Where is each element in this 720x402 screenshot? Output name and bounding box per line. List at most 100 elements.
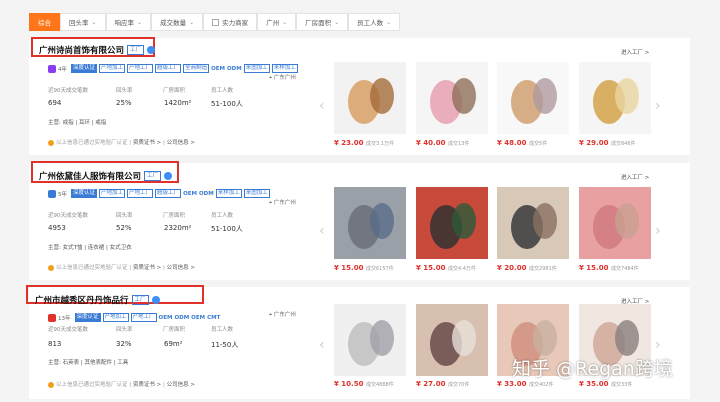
capability-tag: 超级工厂: [155, 189, 182, 198]
prev-arrow-icon[interactable]: ‹: [319, 98, 325, 114]
capability-tag: 全商制造: [183, 64, 210, 73]
checkbox-icon[interactable]: [212, 18, 220, 26]
enter-factory-link[interactable]: 进入工厂 >: [621, 48, 649, 56]
stat-header: 厂房面积: [163, 327, 186, 333]
product-image[interactable]: [416, 62, 488, 134]
capability-tag: ODM: [226, 65, 242, 72]
product-image[interactable]: [334, 62, 406, 134]
factory-badge: 工厂: [131, 295, 149, 305]
product-image[interactable]: [497, 62, 569, 134]
product-image[interactable]: [579, 187, 651, 259]
capability-tag: 产地工厂: [127, 64, 154, 73]
stat-value: 51-100人: [211, 225, 243, 233]
product-sales: 成交13件: [448, 141, 470, 147]
company-card: 广州诗尚首饰有限公司 工厂 进入工厂 > 4年 深度认证 产地加工 产地工厂 超级工厂 全商制造…: [29, 37, 690, 155]
shield-icon: [48, 381, 54, 388]
location-text: 广东广州: [273, 200, 296, 206]
company-name[interactable]: 广州依黛佳人服饰有限公司: [39, 170, 141, 182]
verified-icon: [164, 172, 173, 180]
cert-row: 以上信息已通过实地验厂认证 | 资质证书 > | 公司信息 >: [48, 138, 195, 146]
verified-icon: [147, 46, 156, 54]
prev-arrow-icon[interactable]: ‹: [319, 337, 325, 353]
capability-tag: 产地工厂: [127, 189, 154, 198]
product-sales: 成交4888件: [366, 382, 394, 388]
company-card: 广州市越秀区丹丹饰品行 工厂 进入工厂 >13年 深度认证 产地加工 产地工厂 OEM ODM…: [26, 285, 690, 399]
filter-2[interactable]: 响应率 ⌄: [105, 13, 152, 31]
company-name-row[interactable]: 广州依黛佳人服饰有限公司 工厂: [39, 170, 173, 182]
product-image[interactable]: [334, 304, 406, 376]
member-years: 4年: [58, 66, 67, 73]
main-products: 主营: 女式T恤 | 连衣裙 | 女式卫衣: [48, 245, 132, 251]
filter-6[interactable]: 厂房面积 ⌄: [296, 13, 349, 31]
product-sales: 成交5件: [529, 141, 548, 147]
cert-link[interactable]: 资质证书 >: [133, 265, 161, 271]
company-name-row[interactable]: 广州诗尚首饰有限公司 工厂: [39, 44, 156, 56]
next-arrow-icon[interactable]: ›: [655, 98, 661, 114]
cert-link[interactable]: 资质证书 >: [133, 382, 161, 388]
product-price: ¥ 27.00: [416, 380, 446, 388]
product-image[interactable]: [497, 187, 569, 259]
product-sales: 成交7484件: [611, 266, 639, 272]
location-text: 广东广州: [273, 75, 296, 81]
filter-1[interactable]: 回头率 ⌄: [60, 13, 106, 31]
stat-value: 694: [48, 99, 62, 107]
product-sales: 成交2981件: [529, 266, 557, 272]
product-image[interactable]: [579, 62, 651, 134]
chevron-down-icon: ⌄: [282, 18, 288, 26]
main-products: 主营: 戒指 | 耳环 | 戒指: [48, 120, 107, 126]
product-sales: 成交4.4万件: [448, 266, 476, 272]
stat-value: 69m²: [164, 340, 183, 348]
stat-header: 厂房面积: [163, 213, 186, 219]
filter-label: 成交数量: [160, 19, 187, 27]
company-name[interactable]: 广州市越秀区丹丹饰品行: [35, 294, 129, 306]
product-image[interactable]: [416, 304, 488, 376]
public-info-link[interactable]: 公司信息 >: [167, 140, 195, 146]
stat-header: 员工人数: [211, 327, 234, 333]
chevron-down-icon: ⌄: [91, 18, 97, 26]
product-photo: [416, 187, 488, 259]
next-arrow-icon[interactable]: ›: [655, 337, 661, 353]
enter-factory-link[interactable]: 进入工厂 >: [621, 173, 649, 181]
member-logo-icon: [48, 313, 56, 322]
filter-7[interactable]: 员工人数 ⌄: [348, 13, 401, 31]
location-text: 广东广州: [273, 312, 296, 318]
product-photo: [334, 187, 406, 259]
company-name[interactable]: 广州诗尚首饰有限公司: [39, 44, 124, 56]
filter-3[interactable]: 成交数量 ⌄: [151, 13, 204, 31]
capability-tag: CMT: [207, 314, 221, 321]
stat-value: 51-100人: [211, 100, 243, 108]
stat-header: 近90天成交笔数: [48, 213, 88, 219]
product-price: ¥ 48.00: [497, 139, 527, 147]
product-price: ¥ 15.00: [334, 264, 364, 272]
filter-row: 综合 回头率 ⌄ 响应率 ⌄ 成交数量 ⌄ 实力商家 广州 ⌄ 厂房面积 ⌄ 员工人数 ⌄: [29, 12, 401, 32]
cert-text: 以上信息已通过实地验厂认证: [56, 265, 128, 271]
watermark: 知乎 @Regan跨境: [512, 358, 673, 380]
product-sales: 成交6157件: [366, 266, 394, 272]
filter-0[interactable]: 综合: [29, 13, 60, 31]
stat-header: 厂房面积: [163, 88, 186, 94]
company-name-row[interactable]: 广州市越秀区丹丹饰品行 工厂: [35, 294, 160, 306]
product-price: ¥ 40.00: [416, 139, 446, 147]
product-photo: [497, 187, 569, 259]
tag-row: 4年 深度认证 产地加工 产地工厂 超级工厂 全商制造 OEM ODM 来图加工 来样加工: [48, 64, 298, 73]
shield-icon: [48, 264, 54, 271]
capability-tag: 来样加工: [271, 64, 298, 73]
filter-label: 员工人数: [357, 19, 384, 27]
stat-value: 32%: [116, 340, 132, 348]
cert-text: 以上信息已通过实地验厂认证: [56, 140, 128, 146]
main-products: 主营: 石英表 | 其他表配件 | 工具: [48, 360, 129, 366]
location: ⌖ 广东广州: [269, 198, 296, 207]
public-info-link[interactable]: 公司信息 >: [167, 265, 195, 271]
public-info-link[interactable]: 公司信息 >: [167, 382, 195, 388]
filter-4[interactable]: 实力商家: [203, 13, 258, 31]
cert-link[interactable]: 资质证书 >: [133, 140, 161, 146]
next-arrow-icon[interactable]: ›: [655, 223, 661, 239]
filter-5[interactable]: 广州 ⌄: [257, 13, 297, 31]
capability-tag: OEM: [191, 314, 206, 321]
product-image[interactable]: [334, 187, 406, 259]
product-image[interactable]: [416, 187, 488, 259]
filter-label: 回头率: [69, 19, 89, 27]
stat-value: 1420m²: [164, 99, 192, 107]
capability-tag: 深度认证: [71, 189, 98, 198]
prev-arrow-icon[interactable]: ‹: [319, 223, 325, 239]
